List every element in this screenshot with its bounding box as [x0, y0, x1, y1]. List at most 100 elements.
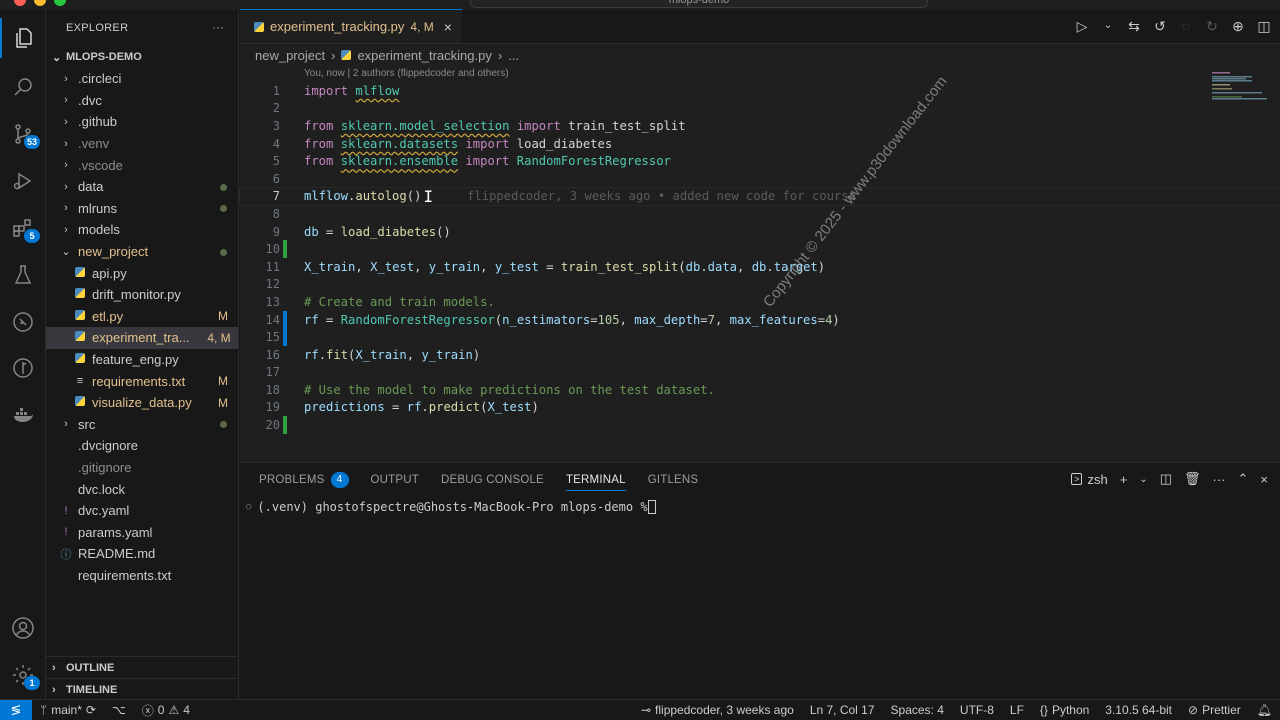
- explorer-icon[interactable]: [0, 18, 46, 58]
- tree-item[interactable]: ≡ requirements.txt M: [46, 370, 238, 392]
- workspace-folder[interactable]: ⌄ MLOPS-DEMO: [46, 46, 238, 68]
- code-line[interactable]: 10: [240, 240, 1280, 258]
- code-line[interactable]: 14 rf = RandomForestRegressor(n_estimator…: [240, 310, 1280, 329]
- tab-experiment-tracking[interactable]: experiment_tracking.py 4, M ×: [240, 9, 462, 43]
- tree-item[interactable]: › .venv: [46, 133, 238, 155]
- blame-indicator[interactable]: ⊸ flippedcoder, 3 weeks ago: [633, 703, 802, 717]
- tree-item[interactable]: feature_eng.py: [46, 349, 238, 371]
- tree-item[interactable]: › data: [46, 176, 238, 198]
- code-line[interactable]: 12: [240, 276, 1280, 294]
- tree-item[interactable]: › .vscode: [46, 154, 238, 176]
- split-editor-icon[interactable]: ◫: [1256, 18, 1272, 35]
- accounts-icon[interactable]: [0, 608, 46, 648]
- problems-indicator[interactable]: ⓧ 0 ⚠ 4: [134, 702, 198, 719]
- code-line[interactable]: 18 # Use the model to make predictions on…: [240, 381, 1280, 399]
- timeline-section[interactable]: › TIMELINE: [46, 678, 239, 700]
- maximize-panel-icon[interactable]: ⌃: [1238, 471, 1249, 487]
- terminal-output[interactable]: ○ (.venv) ghostofspectre@Ghosts-MacBook-…: [240, 497, 1280, 517]
- gitlens-inspect-icon[interactable]: ⊕: [1230, 18, 1246, 35]
- tab-output[interactable]: OUTPUT: [371, 463, 419, 497]
- code-line[interactable]: 2: [240, 100, 1280, 118]
- trash-icon[interactable]: 🗑: [1184, 471, 1201, 487]
- chevron-down-icon[interactable]: ⌄: [1139, 474, 1147, 485]
- sync-icon[interactable]: ⟳: [86, 703, 96, 717]
- more-actions-icon[interactable]: ···: [1213, 472, 1226, 487]
- tree-item[interactable]: requirements.txt: [46, 565, 238, 587]
- source-control-icon[interactable]: 53: [0, 114, 46, 154]
- next-change-icon[interactable]: ↻: [1204, 18, 1220, 35]
- code-line[interactable]: 19 predictions = rf. predict(X_test): [240, 399, 1280, 417]
- code-line[interactable]: 9 db = load_diabetes(): [240, 223, 1280, 241]
- new-terminal-icon[interactable]: +: [1120, 472, 1128, 487]
- cursor-position[interactable]: Ln 7, Col 17: [802, 703, 883, 717]
- code-line[interactable]: 17: [240, 364, 1280, 382]
- zoom-window-button[interactable]: [54, 0, 66, 6]
- code-line[interactable]: 7 mlflow. autolog() Iflippedcoder, 3 weeks …: [239, 186, 1280, 207]
- code-line[interactable]: 15: [240, 328, 1280, 346]
- code-line[interactable]: 11 X_train, X_test, y_train, y_test = tra…: [240, 258, 1280, 276]
- tree-item[interactable]: › .dvc: [46, 90, 238, 112]
- code-line[interactable]: 6: [240, 170, 1280, 188]
- code-line[interactable]: 16 rf. fit(X_train, y_train): [240, 346, 1280, 364]
- close-panel-icon[interactable]: ×: [1260, 472, 1268, 487]
- code-line[interactable]: 5 from sklearn.ensemble import RandomFore…: [240, 152, 1280, 170]
- tree-item[interactable]: › .circleci: [46, 68, 238, 90]
- tree-item[interactable]: visualize_data.py M: [46, 392, 238, 414]
- tree-item[interactable]: api.py: [46, 262, 238, 284]
- tree-item[interactable]: .dvcignore: [46, 435, 238, 457]
- tree-item[interactable]: .gitignore: [46, 457, 238, 479]
- breadcrumb-symbol[interactable]: ...: [508, 48, 519, 63]
- language-mode[interactable]: {} Python: [1032, 703, 1097, 717]
- remote-explorer-icon[interactable]: [0, 302, 46, 342]
- git-graph-icon[interactable]: ⌥: [104, 703, 134, 717]
- minimap[interactable]: [1212, 72, 1272, 102]
- outline-section[interactable]: › OUTLINE: [46, 656, 239, 678]
- tab-terminal[interactable]: TERMINAL: [565, 463, 626, 497]
- close-window-button[interactable]: [14, 0, 26, 6]
- tree-item[interactable]: drift_monitor.py: [46, 284, 238, 306]
- code-line[interactable]: 1 import mlflow: [240, 82, 1280, 100]
- chevron-down-icon[interactable]: ⌄: [1100, 18, 1116, 35]
- compare-changes-icon[interactable]: ⇆: [1126, 18, 1142, 35]
- tree-item[interactable]: › mlruns: [46, 198, 238, 220]
- tab-problems[interactable]: PROBLEMS 4: [259, 463, 349, 497]
- previous-change-icon[interactable]: ◌: [1178, 18, 1194, 35]
- close-tab-icon[interactable]: ×: [444, 19, 452, 35]
- breadcrumb-file[interactable]: experiment_tracking.py: [357, 48, 491, 63]
- tab-gitlens[interactable]: GITLENS: [648, 463, 699, 497]
- tree-item[interactable]: experiment_tra... 4, M: [46, 327, 238, 349]
- settings-gear-icon[interactable]: 1: [0, 655, 46, 695]
- gitlens-icon[interactable]: [0, 348, 46, 388]
- tab-debug-console[interactable]: DEBUG CONSOLE: [441, 463, 544, 497]
- code-line[interactable]: 13 # Create and train models.: [240, 293, 1280, 311]
- search-icon[interactable]: [0, 67, 46, 107]
- tree-item[interactable]: dvc.lock: [46, 478, 238, 500]
- end-of-line[interactable]: LF: [1002, 703, 1032, 717]
- run-file-icon[interactable]: ▷: [1074, 18, 1090, 35]
- terminal-shell-selector[interactable]: > zsh: [1071, 472, 1108, 487]
- open-changes-icon[interactable]: ↺: [1152, 18, 1168, 35]
- tree-item[interactable]: ! dvc.yaml: [46, 500, 238, 522]
- minimize-window-button[interactable]: [34, 0, 46, 6]
- remote-indicator-icon[interactable]: ≶: [0, 699, 32, 720]
- authors-codelens[interactable]: You, now | 2 authors (flippedcoder and o…: [240, 66, 1280, 82]
- testing-icon[interactable]: [0, 255, 46, 295]
- tree-item[interactable]: ! params.yaml: [46, 521, 238, 543]
- code-editor[interactable]: 1 import mlflow 2 3 from sklearn.model_selec…: [239, 82, 1280, 434]
- tree-item[interactable]: etl.py M: [46, 306, 238, 328]
- encoding[interactable]: UTF-8: [952, 703, 1002, 717]
- breadcrumb-folder[interactable]: new_project: [255, 48, 325, 63]
- code-line[interactable]: 20: [240, 416, 1280, 434]
- code-line[interactable]: 3 from sklearn.model_selection import tra…: [240, 117, 1280, 135]
- tree-item[interactable]: ⌄ new_project: [46, 241, 238, 263]
- tree-item[interactable]: › src: [46, 414, 238, 436]
- indentation[interactable]: Spaces: 4: [883, 703, 952, 717]
- command-center[interactable]: mlops-demo: [470, 0, 928, 8]
- code-line[interactable]: 8: [240, 205, 1280, 223]
- tree-item[interactable]: ⓘ README.md: [46, 543, 238, 565]
- more-actions-icon[interactable]: ···: [212, 22, 224, 34]
- extensions-icon[interactable]: 5: [0, 208, 46, 248]
- split-terminal-icon[interactable]: ◫: [1160, 471, 1172, 487]
- branch-indicator[interactable]: ᛘ main* ⟳: [32, 703, 104, 717]
- prettier-indicator[interactable]: ⊘ Prettier: [1180, 703, 1249, 717]
